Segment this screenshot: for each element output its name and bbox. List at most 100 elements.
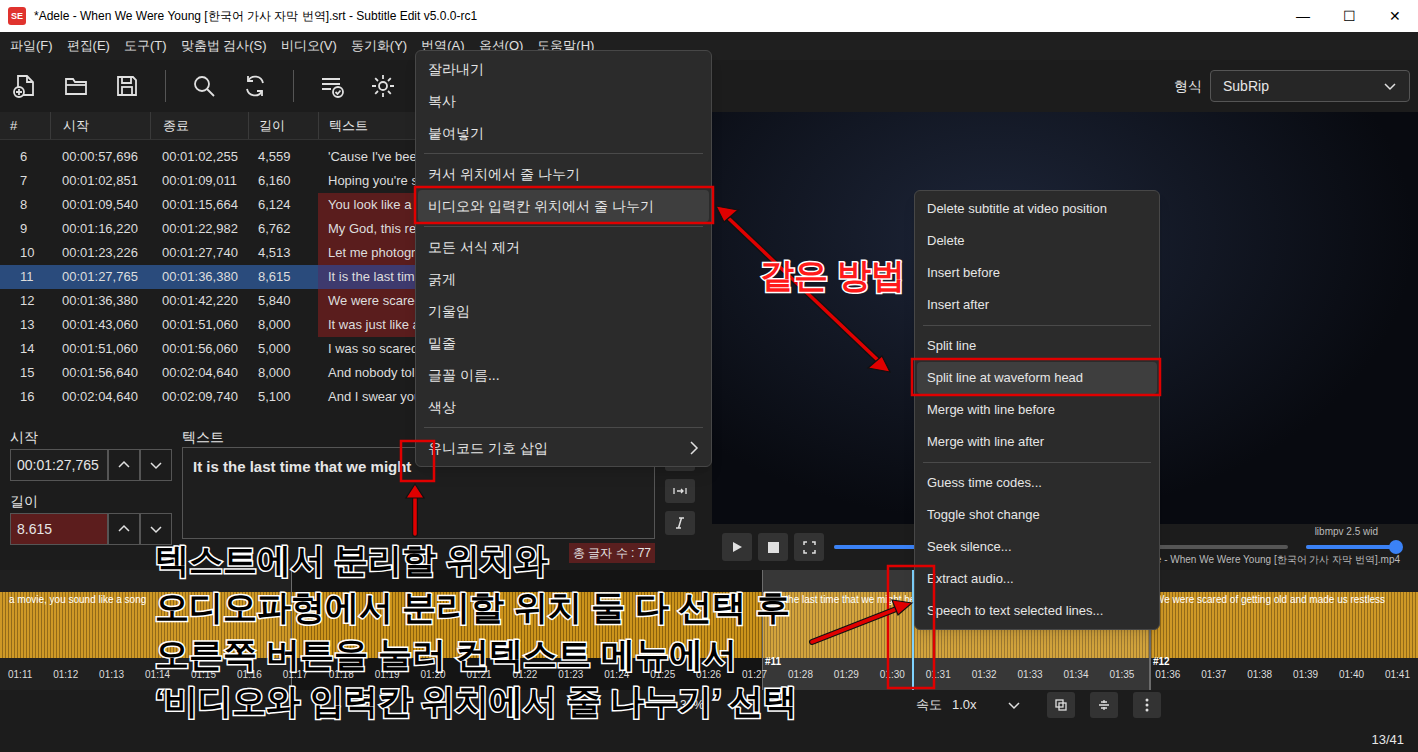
new-file-icon[interactable] [12,73,38,99]
time-tick: 01:40 [1339,667,1364,682]
cell-text: We were scared [328,291,422,311]
menu-item[interactable]: Delete subtitle at video position [917,193,1157,225]
menu-item[interactable]: 도구(T) [124,36,167,56]
minimize-button[interactable]: — [1280,0,1326,32]
menu-item[interactable]: 잘라내기 [418,53,709,85]
decrement-button[interactable] [140,513,172,545]
stop-button[interactable] [758,533,788,561]
sync-icon[interactable] [242,73,268,99]
speed-label: 속도 [916,695,942,715]
fullscreen-button[interactable] [794,533,824,561]
time-tick: 01:13 [99,667,124,682]
format-button[interactable] [665,511,695,535]
cell-text: 4,513 [258,243,291,263]
save-icon[interactable] [114,73,140,99]
maximize-button[interactable]: ☐ [1326,0,1372,32]
search-icon[interactable] [191,73,217,99]
menu-item[interactable]: 밑줄 [418,327,709,359]
menu-item-label: 모든 서식 제거 [428,237,520,258]
volume-slider[interactable] [1306,545,1396,549]
cell-text: It is the last tim [328,267,415,287]
table-cell: 00:01:36,380 [150,265,248,289]
decrement-button[interactable] [140,449,172,481]
menu-item[interactable]: Insert after [917,289,1157,321]
copy-button[interactable] [1047,692,1075,718]
start-input[interactable]: 00:01:27,765 [10,449,108,481]
menu-item[interactable]: 색상 [418,391,709,423]
highlight-box [401,441,434,481]
time-tick: 01:28 [788,667,813,682]
menu-item[interactable]: 비디오와 입력칸 위치에서 줄 나누기 [418,190,709,222]
time-tick: 01:11 [8,667,32,682]
menu-item[interactable]: 굵게 [418,263,709,295]
menu-separator [424,226,703,227]
volume-knob[interactable] [1389,540,1403,554]
menu-item[interactable]: 커서 위치에서 줄 나누기 [418,158,709,190]
menu-item[interactable]: 맞춤법 검사(S) [181,36,267,56]
chevron-down-icon[interactable] [1007,698,1021,712]
open-folder-icon[interactable] [63,73,89,99]
column-header[interactable]: 길이 [248,112,318,139]
gear-icon[interactable] [370,73,396,99]
menu-item[interactable]: Seek silence... [917,531,1157,563]
menu-item[interactable]: Extract audio... [917,563,1157,595]
annotation-instructions: 텍스트에서 분리할 위치와오디오파형에서 분리할 위치 둘 다 선택 후오른쪽 … [155,537,797,725]
menu-item[interactable]: Merge with line before [917,394,1157,426]
menu-item[interactable]: 비디오(V) [281,36,337,56]
menu-item[interactable]: 기울임 [418,295,709,327]
segment-text: a movie, you sound like a song [9,592,146,607]
close-button[interactable]: ✕ [1372,0,1418,32]
menu-item[interactable]: Insert before [917,257,1157,289]
status-row: 13/41 [0,720,1418,750]
menu-item[interactable]: 모든 서식 제거 [418,231,709,263]
table-cell: 16 [0,385,50,409]
waveform-segment[interactable]: We were scared of getting old and made u… [1150,570,1418,690]
column-header[interactable]: 종료 [150,112,248,139]
table-cell: 00:01:56,060 [150,337,248,361]
cell-text: 7 [20,171,27,191]
speed-value[interactable]: 1.0x [952,695,977,715]
menu-item[interactable]: Speech to text selected lines... [917,595,1157,627]
segment-number: #12 [1153,654,1170,669]
cell-text: My God, this re [328,219,416,239]
menu-item[interactable]: Split line [917,330,1157,362]
menu-item[interactable]: 유니코드 기호 삽입 [418,432,709,464]
cell-text: 00:01:09,540 [62,195,138,215]
column-header[interactable]: 시작 [50,112,150,139]
menu-item[interactable]: Guess time codes... [917,467,1157,499]
cell-text: 00:01:56,060 [162,339,238,359]
column-header[interactable]: # [0,112,50,139]
menu-item[interactable]: 붙여넣기 [418,117,709,149]
cell-text: 11 [20,267,34,287]
format-button[interactable] [665,479,695,503]
menu-separator [923,462,1151,463]
format-dropdown[interactable]: SubRip [1210,70,1410,102]
duration-field: 8.615 [10,513,172,545]
menu-item[interactable]: Toggle shot change [917,499,1157,531]
list-check-icon[interactable] [319,73,345,99]
center-button[interactable] [1090,692,1118,718]
cell-text: You look like a [328,195,411,215]
play-button[interactable] [722,533,752,561]
menu-item[interactable]: 편집(E) [67,36,110,56]
menu-item[interactable]: Split line at waveform head [917,362,1157,394]
window-controls: —☐✕ [1280,0,1418,32]
table-cell: 4,513 [248,241,318,265]
table-cell: 00:01:23,226 [50,241,150,265]
menu-item[interactable]: 글꼴 이름... [418,359,709,391]
menu-item[interactable]: 파일(F) [10,36,53,56]
menu-item[interactable]: Merge with line after [917,426,1157,458]
duration-input[interactable]: 8.615 [10,513,108,545]
increment-button[interactable] [108,449,140,481]
more-button[interactable] [1133,692,1161,718]
table-cell: 15 [0,361,50,385]
cell-text: And nobody tol [328,363,415,383]
menu-item[interactable]: 동기화(Y) [351,36,407,56]
increment-button[interactable] [108,513,140,545]
menu-item[interactable]: Delete [917,225,1157,257]
toolbar-separator [293,70,294,102]
menu-item[interactable]: 복사 [418,85,709,117]
instruction-line: 오른쪽 버튼을 눌러 컨텍스트 메뉴에서 [155,631,797,678]
table-cell: 00:01:43,060 [50,313,150,337]
cell-text: 8,615 [258,267,291,287]
